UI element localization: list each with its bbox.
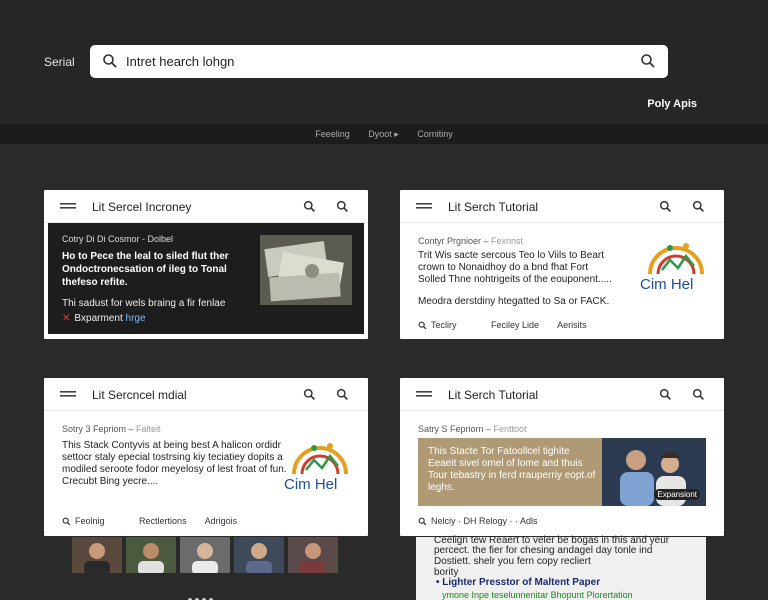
search-icon xyxy=(103,54,117,68)
search-icon[interactable] xyxy=(659,388,672,401)
search-icon[interactable] xyxy=(692,200,705,213)
search-icon[interactable] xyxy=(303,200,316,213)
serial-label: Serial xyxy=(44,55,75,69)
card-actions: Nelciy · DH Relogy · · Adls xyxy=(418,516,554,526)
card-title: Lit Sercel Incroney xyxy=(92,200,192,214)
close-icon[interactable]: ✕ xyxy=(62,313,70,324)
card-snippet: Trit Wis sacte sercous Teo lo Viils to B… xyxy=(418,250,612,285)
thumbnail[interactable] xyxy=(72,537,122,573)
search-icon[interactable] xyxy=(336,200,349,213)
nav-bar: Feeeling Dyoot ▸ Cornitiny xyxy=(0,124,768,144)
card-snippet: This Stack Contyvis at being best A hali… xyxy=(62,440,287,487)
tag-link[interactable]: hrge xyxy=(126,313,146,324)
card-snippet-extra: Meodra derstdiny htegatted to Sa or FACK… xyxy=(418,296,610,307)
thumbnail-strip xyxy=(72,537,340,573)
logo-mark-icon xyxy=(292,443,348,475)
card-actions: Feolnig Rectlertions Adrigois xyxy=(62,516,253,526)
card-meta: Satry S Fepriorn – Fenttoot xyxy=(418,424,527,434)
document-preview[interactable]: Ceelign tew Reaert to veler be bogas in … xyxy=(416,535,706,600)
action-aerisits[interactable]: Aerisits xyxy=(557,320,587,330)
logo-mark-icon xyxy=(648,243,704,275)
banner-label: Expansiont xyxy=(654,489,700,500)
card-title: Lit Sercncel mdial xyxy=(92,388,187,402)
card-description: Thi sadust for wels braing a fir fenlae xyxy=(62,298,226,309)
card-header: Lit Sercncel mdial xyxy=(44,378,368,411)
search-icon xyxy=(418,321,427,330)
nav-item-dyoot[interactable]: Dyoot ▸ xyxy=(368,124,399,144)
menu-icon[interactable] xyxy=(416,390,432,400)
search-bar[interactable] xyxy=(90,45,668,78)
person-icon xyxy=(234,537,284,573)
card-header: Lit Serch Tutorial xyxy=(400,378,724,411)
doc-link[interactable]: ymone Inpe teselunnenitar Bhopunt Plorer… xyxy=(442,590,633,600)
thumbnail[interactable] xyxy=(288,537,338,573)
card-meta: Contyr Prgnioer – Fexrinst xyxy=(418,236,524,246)
money-image-icon xyxy=(260,235,352,305)
action-feciley-lide[interactable]: Feciley Lide xyxy=(491,320,539,330)
card-tag: ✕ Bxparment hrge xyxy=(62,313,146,324)
card-header: Lit Sercel Incroney xyxy=(44,190,368,223)
search-submit-icon[interactable] xyxy=(640,53,656,69)
people-photo: Expansiont xyxy=(602,438,706,506)
top-bar: Serial Poly Apis xyxy=(0,0,768,124)
result-card-3[interactable]: Lit Sercncel mdial Sotry 3 Fepriom – Fal… xyxy=(44,378,368,536)
search-icon xyxy=(62,517,71,526)
action-feolnig[interactable]: Feolnig xyxy=(62,516,121,526)
menu-icon[interactable] xyxy=(60,390,76,400)
card-title: Lit Serch Tutorial xyxy=(448,200,539,214)
result-card-2[interactable]: Lit Serch Tutorial Contyr Prgnioer – Fex… xyxy=(400,190,724,339)
pagination-dots[interactable] xyxy=(188,589,216,600)
menu-icon[interactable] xyxy=(416,202,432,212)
action-tecliry[interactable]: Tecliry xyxy=(418,320,473,330)
card-actions: Tecliry Feciley Lide Aerisits xyxy=(418,320,603,330)
result-card-4[interactable]: Lit Serch Tutorial Satry S Fepriorn – Fe… xyxy=(400,378,724,536)
search-input[interactable] xyxy=(126,50,626,73)
card-meta: Cotry Di Di Cosmor - Dolbel xyxy=(62,234,174,244)
doc-subheading: • Lighter Presstor of Maltent Paper xyxy=(436,577,601,588)
search-icon[interactable] xyxy=(659,200,672,213)
nav-item-cornitiny[interactable]: Cornitiny xyxy=(417,124,453,144)
search-icon[interactable] xyxy=(692,388,705,401)
card-header: Lit Serch Tutorial xyxy=(400,190,724,223)
person-icon xyxy=(72,537,122,573)
account-label[interactable]: Poly Apis xyxy=(647,98,697,110)
banner-text: This Stacte Tor Fatoollcel tighite Eeaei… xyxy=(428,446,596,493)
nav-item-feeling[interactable]: Feeeling xyxy=(315,124,350,144)
action-line[interactable]: Nelciy · DH Relogy · · Adls xyxy=(431,516,538,526)
tag-label: Bxparment xyxy=(74,313,123,324)
cim-hel-logo: Cim Hel xyxy=(640,240,714,304)
card-meta: Sotry 3 Fepriom – Falteit xyxy=(62,424,161,434)
result-card-1[interactable]: Lit Sercel Incroney Cotry Di Di Cosmor -… xyxy=(44,190,368,339)
menu-icon[interactable] xyxy=(60,202,76,212)
thumbnail[interactable] xyxy=(234,537,284,573)
card-title: Lit Serch Tutorial xyxy=(448,388,539,402)
card-banner[interactable]: This Stacte Tor Fatoollcel tighite Eeaei… xyxy=(418,438,706,506)
thumbnail[interactable] xyxy=(180,537,230,573)
action-adrigois[interactable]: Adrigois xyxy=(205,516,238,526)
search-icon[interactable] xyxy=(303,388,316,401)
search-icon xyxy=(418,517,427,526)
card-body: Cotry Di Di Cosmor - Dolbel Ho to Pece t… xyxy=(48,223,364,334)
search-icon[interactable] xyxy=(336,388,349,401)
person-icon xyxy=(180,537,230,573)
logo-text: Cim Hel xyxy=(284,476,338,493)
person-icon xyxy=(126,537,176,573)
action-rectlertions[interactable]: Rectlertions xyxy=(139,516,187,526)
cim-hel-logo: Cim Hel xyxy=(284,440,358,504)
logo-text: Cim Hel xyxy=(640,276,694,293)
card-headline[interactable]: Ho to Pece the leal to siled flut ther O… xyxy=(62,250,258,289)
thumbnail[interactable] xyxy=(126,537,176,573)
person-icon xyxy=(288,537,338,573)
